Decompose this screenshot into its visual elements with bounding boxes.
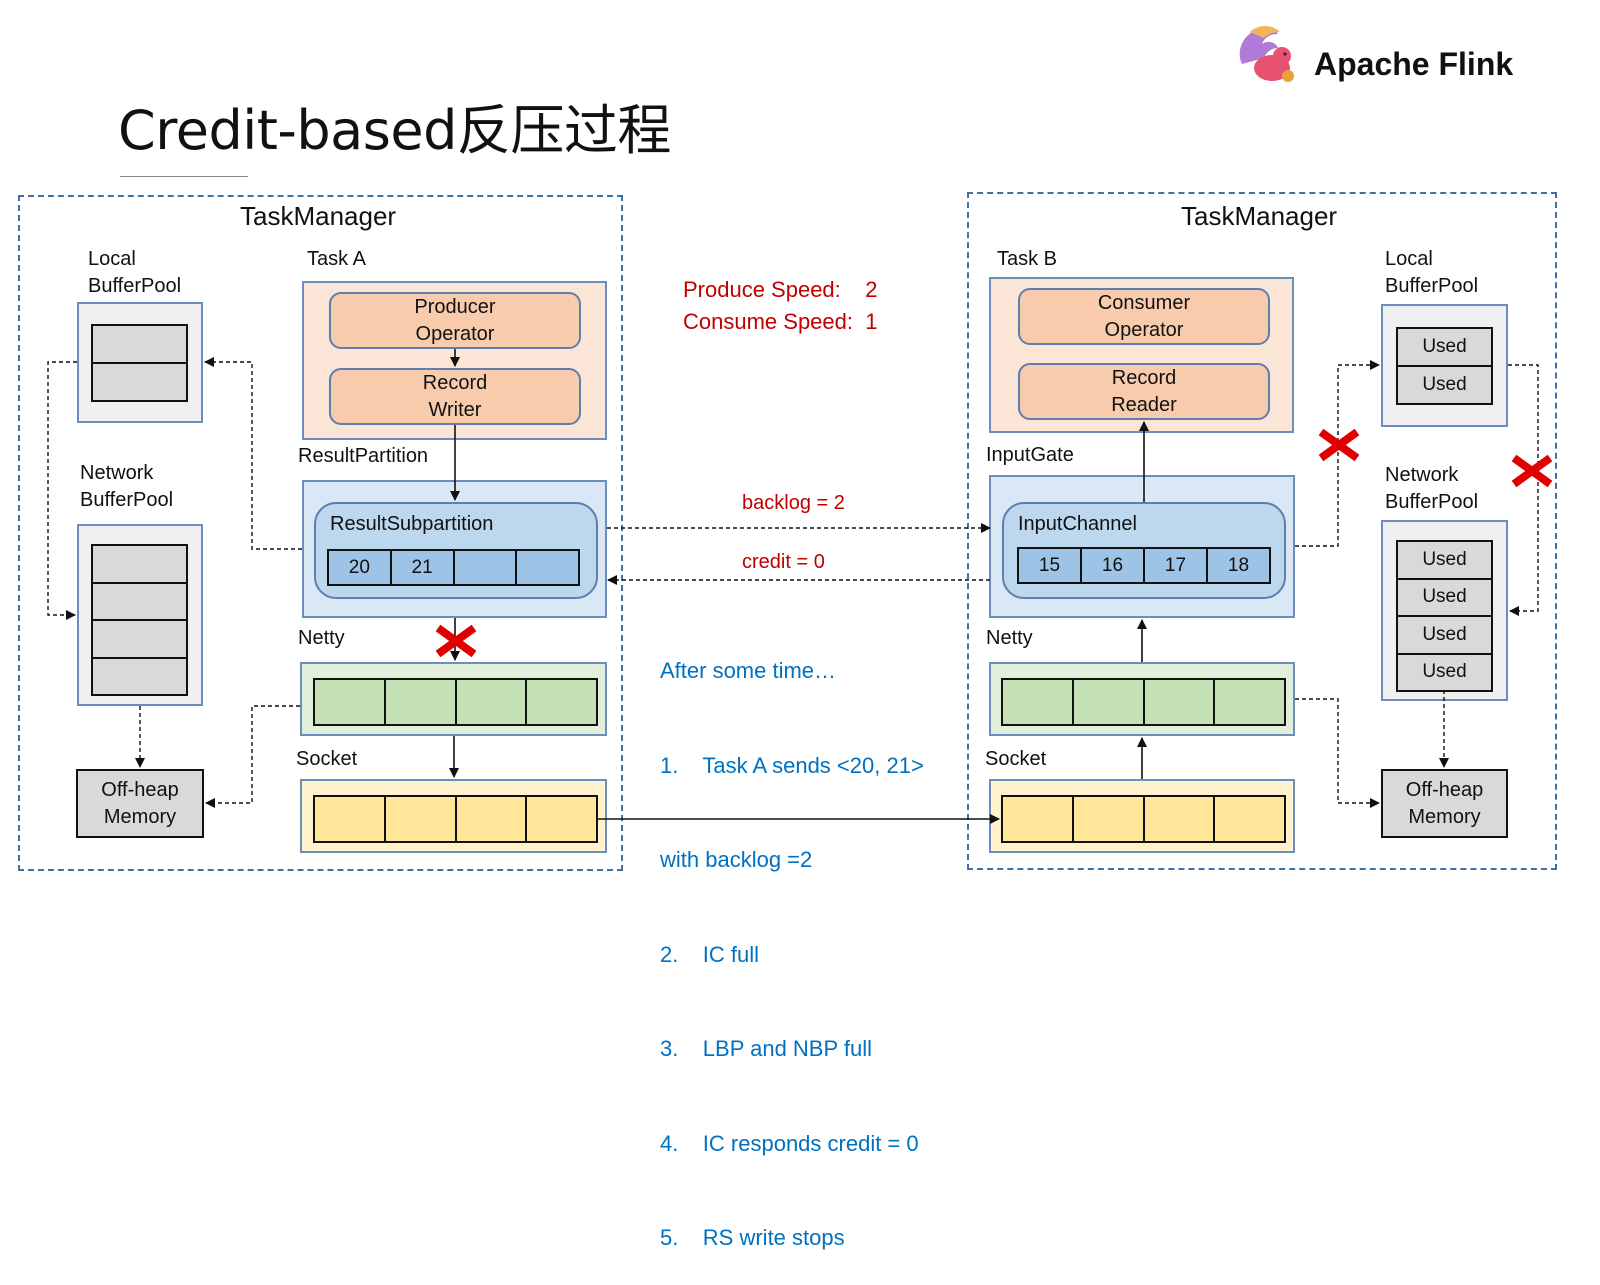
blocked-cross-icon bbox=[1318, 428, 1360, 462]
arrow-local-to-network-pool-right bbox=[1508, 364, 1539, 616]
notes-step: 3. LBP and NBP full bbox=[660, 1036, 872, 1061]
blocked-cross-icon bbox=[435, 624, 477, 658]
arrow-gate-to-local-pool bbox=[1295, 360, 1380, 547]
arrow-partition-to-local-pool bbox=[204, 357, 302, 550]
notes-step: 5. RS write stops bbox=[660, 1225, 845, 1250]
arrow-netty-to-offheap bbox=[205, 705, 300, 808]
notes-step: 4. IC responds credit = 0 bbox=[660, 1130, 919, 1156]
notes-step: 2. IC full bbox=[660, 941, 760, 967]
blocked-cross-icon bbox=[1511, 454, 1553, 488]
arrow-local-to-network-pool bbox=[47, 361, 77, 620]
arrow-netty-to-offheap-right bbox=[1295, 698, 1380, 808]
connectors-layer bbox=[47, 349, 1553, 824]
